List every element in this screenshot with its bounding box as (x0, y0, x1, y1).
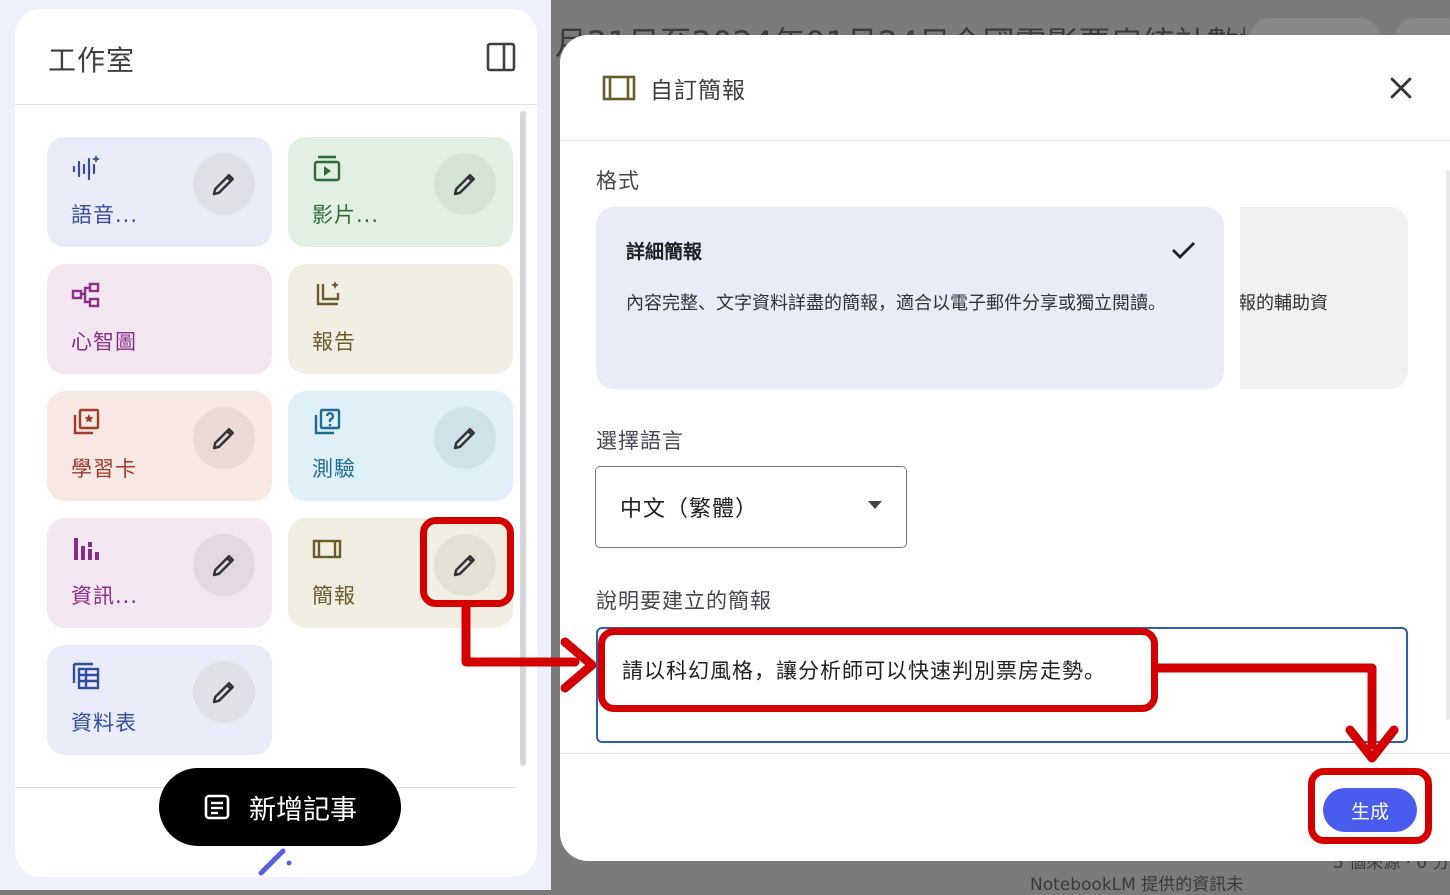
add-note-button[interactable]: 新增記事 (159, 768, 401, 846)
studio-card-label: 影片... (312, 203, 380, 227)
pencil-icon (453, 428, 475, 450)
studio-card-quiz[interactable]: 測驗 (288, 391, 513, 501)
pencil-icon (453, 174, 475, 196)
quiz-icon (314, 408, 341, 435)
dropdown-arrow-icon (868, 501, 882, 509)
infographic-icon (74, 538, 99, 560)
studio-card-label: 語音... (71, 203, 139, 227)
edit-data-table-button[interactable] (193, 661, 255, 723)
pencil-icon (212, 555, 234, 577)
studio-card-label: 心智圖 (71, 330, 137, 354)
add-note-label: 新增記事 (249, 794, 357, 826)
edit-video-button[interactable] (434, 153, 496, 215)
dialog-title: 自訂簡報 (650, 78, 746, 104)
customize-slides-dialog: 自訂簡報 格式 詳細簡報 內容完整、文字資料詳盡的簡報，適合以電子郵件分享或獨立… (560, 35, 1450, 861)
format-label: 格式 (596, 169, 640, 193)
data-table-icon (72, 662, 100, 690)
studio-card-audio[interactable]: 語音... (47, 137, 272, 247)
report-icon (316, 281, 340, 306)
background-disclaimer: NotebookLM 提供的資訊未 (1030, 875, 1244, 895)
language-label: 選擇語言 (596, 429, 684, 453)
edit-quiz-button[interactable] (434, 407, 496, 469)
studio-card-label: 測驗 (312, 457, 356, 481)
note-icon (204, 794, 230, 820)
pencil-icon (212, 428, 234, 450)
edit-audio-button[interactable] (193, 153, 255, 215)
dialog-header-divider (560, 140, 1450, 141)
studio-card-data-table[interactable]: 資料表 (47, 645, 272, 755)
close-icon[interactable] (1386, 73, 1416, 103)
check-icon (1172, 242, 1195, 259)
language-selected-value: 中文（繁體） (620, 497, 759, 522)
studio-panel: 工作室 語音... 影片... 心智圖 報告 學習卡 測驗 資訊... 簡報 資… (15, 9, 537, 877)
dialog-footer-divider (560, 753, 1450, 754)
studio-card-flashcards[interactable]: 學習卡 (47, 391, 272, 501)
format-option-description: 內容完整、文字資料詳盡的簡報，適合以電子郵件分享或獨立閱讀。 (626, 293, 1166, 314)
format-option-title: 詳細簡報 (626, 241, 703, 263)
edit-infographic-button[interactable] (193, 534, 255, 596)
slides-icon (602, 75, 636, 101)
studio-divider (15, 104, 537, 105)
video-overview-icon (313, 155, 341, 182)
studio-card-label: 資料表 (71, 711, 137, 735)
studio-title: 工作室 (48, 44, 136, 77)
highlight-description (598, 628, 1158, 712)
dialog-scrollbar[interactable] (1446, 170, 1450, 720)
studio-card-report[interactable]: 報告 (288, 264, 513, 374)
language-select[interactable]: 中文（繁體） (595, 466, 907, 548)
edit-flashcards-button[interactable] (193, 407, 255, 469)
flashcards-icon (73, 408, 100, 435)
collapse-panel-icon[interactable] (486, 42, 516, 72)
pencil-icon (212, 682, 234, 704)
format-option-detailed[interactable]: 詳細簡報 內容完整、文字資料詳盡的簡報，適合以電子郵件分享或獨立閱讀。 (596, 207, 1224, 389)
format-option-presenter[interactable]: 報的輔助資 (1240, 207, 1408, 389)
highlight-generate (1308, 768, 1432, 844)
studio-card-video[interactable]: 影片... (288, 137, 513, 247)
highlight-edit-slides (420, 517, 514, 607)
slides-icon (312, 539, 342, 559)
mind-map-icon (71, 282, 100, 308)
studio-card-label: 資訊... (71, 584, 139, 608)
pencil-icon (212, 174, 234, 196)
studio-scrollbar[interactable] (520, 111, 526, 766)
description-label: 說明要建立的簡報 (596, 589, 772, 613)
audio-overview-icon (72, 155, 100, 181)
studio-card-label: 報告 (312, 330, 356, 354)
format-option-description: 報的輔助資 (1240, 293, 1328, 314)
studio-card-label: 學習卡 (71, 457, 137, 481)
studio-card-infographic[interactable]: 資訊... (47, 518, 272, 628)
studio-card-label: 簡報 (312, 584, 356, 608)
studio-card-mind-map[interactable]: 心智圖 (47, 264, 272, 374)
